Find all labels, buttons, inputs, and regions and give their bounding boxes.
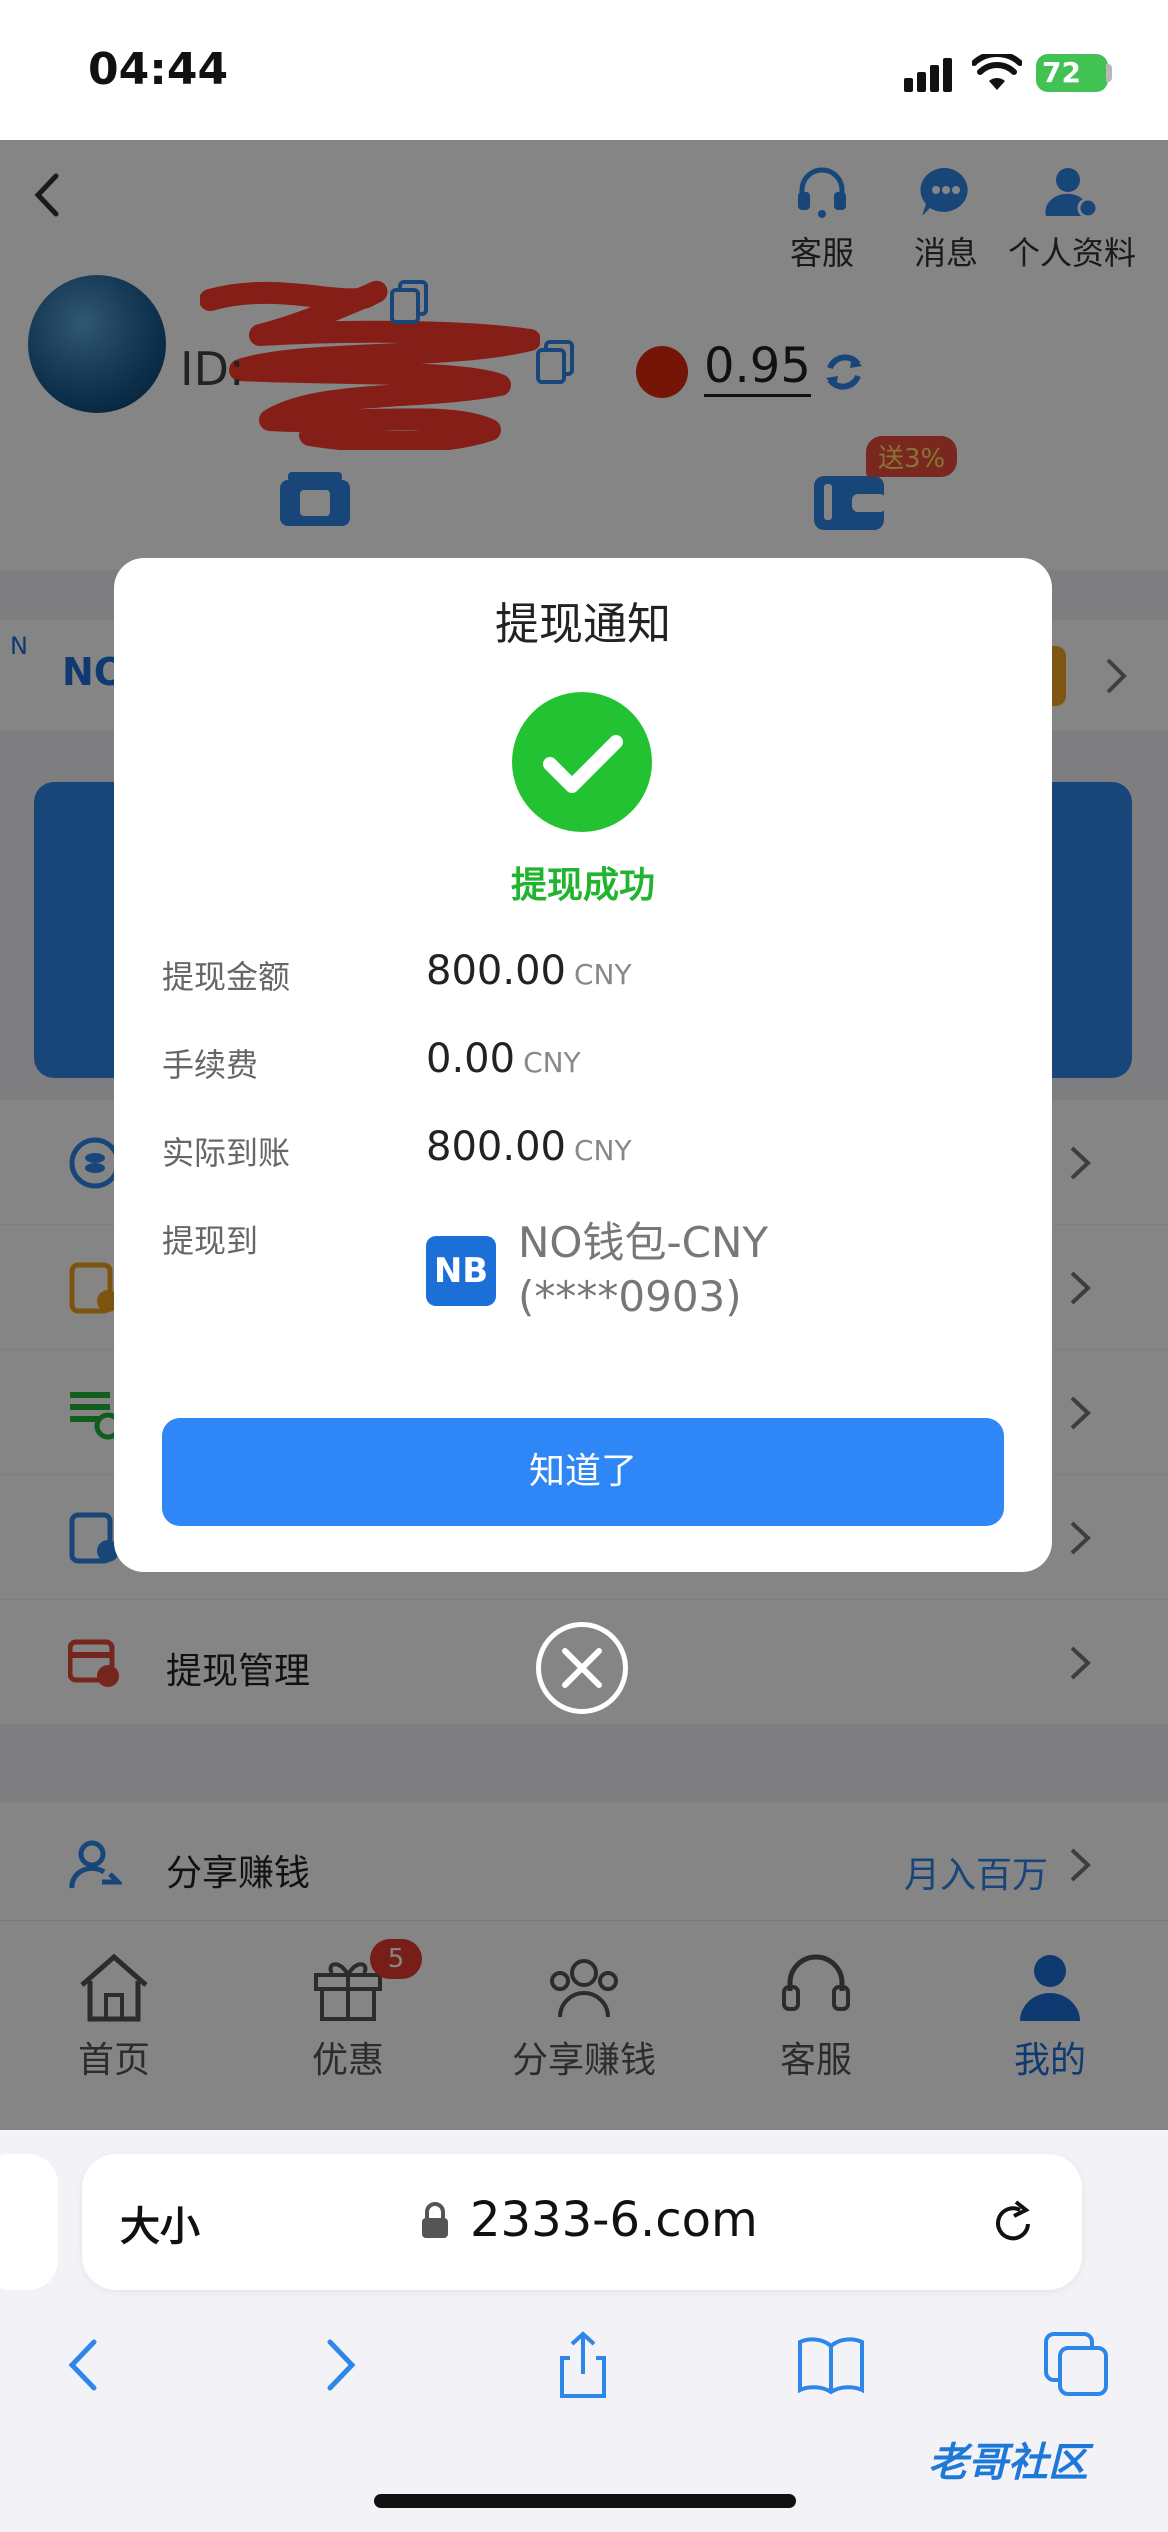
text-size-button[interactable]: 大小: [120, 2194, 200, 2252]
acknowledge-button[interactable]: 知道了: [162, 1418, 1004, 1526]
status-bar: 04:44 72: [0, 0, 1168, 140]
forward-arrow-icon[interactable]: [304, 2330, 374, 2400]
back-arrow-icon[interactable]: [50, 2330, 120, 2400]
received-label: 实际到账: [162, 1134, 291, 1172]
share-icon[interactable]: [548, 2330, 618, 2400]
reload-icon[interactable]: [988, 2198, 1038, 2248]
dialog-title: 提现通知: [495, 599, 671, 650]
battery-cap: [1106, 64, 1112, 82]
cellular-signal-icon: [904, 58, 954, 92]
fee-value: 0.00: [426, 1036, 516, 1082]
status-time: 04:44: [88, 44, 229, 95]
wifi-icon: [972, 54, 1022, 92]
tabs-icon[interactable]: [1042, 2330, 1112, 2400]
address-bar[interactable]: 大小 2333-6.com: [82, 2154, 1082, 2290]
bookmarks-icon[interactable]: [796, 2330, 866, 2400]
destination-wallet-name: NO钱包-CNY (****0903): [518, 1218, 769, 1321]
success-check-icon: [512, 692, 652, 832]
amount-value-row: 800.00 CNY: [426, 948, 632, 994]
received-unit: CNY: [573, 1134, 632, 1167]
success-message: 提现成功: [510, 865, 655, 906]
amount-label: 提现金额: [162, 958, 291, 996]
close-dialog-button[interactable]: [536, 1622, 628, 1714]
amount-unit: CNY: [573, 958, 632, 991]
watermark-logo: 老哥社区: [928, 2440, 1088, 2486]
withdraw-notice-dialog: 提现通知 提现成功 提现金额 800.00 CNY 手续费 0.00 CNY 实际到…: [114, 558, 1052, 1572]
fee-unit: CNY: [523, 1046, 581, 1079]
url-text: 2333-6.com: [470, 2192, 758, 2248]
close-icon: [562, 1648, 602, 1688]
battery-indicator: 72: [1036, 54, 1108, 92]
received-value: 800.00: [426, 1124, 566, 1170]
previous-tab-preview[interactable]: [0, 2154, 58, 2290]
home-indicator: [374, 2494, 796, 2508]
received-value-row: 800.00 CNY: [426, 1124, 632, 1170]
lock-icon: [420, 2200, 450, 2240]
amount-value: 800.00: [426, 948, 566, 994]
no-wallet-icon: NB: [426, 1236, 496, 1306]
fee-value-row: 0.00 CNY: [426, 1036, 581, 1082]
destination-label: 提现到: [162, 1222, 259, 1260]
fee-label: 手续费: [162, 1046, 259, 1084]
